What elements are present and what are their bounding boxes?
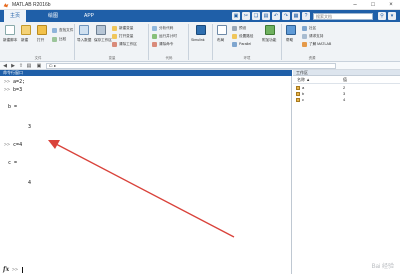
learn-matlab-icon <box>302 42 307 47</box>
new-script-icon <box>5 25 15 35</box>
community-icon <box>302 26 307 31</box>
drive-icon: ▣ <box>36 63 42 69</box>
cut-icon[interactable]: ✂ <box>242 12 250 20</box>
workspace-panel: 工作区 名称 ▲ 值 a 2 b 3 c 4 <box>293 70 400 274</box>
open-button[interactable]: 打开 <box>35 25 49 53</box>
variable-icon <box>296 98 300 102</box>
layout-icon <box>217 25 227 35</box>
back-icon[interactable]: ◀ <box>2 63 8 69</box>
import-data-button[interactable]: 导入数据 <box>77 25 91 53</box>
open-folder-icon <box>37 25 47 35</box>
redo-icon[interactable]: ↷ <box>282 12 290 20</box>
help-icon[interactable]: ? <box>302 12 310 20</box>
request-support-icon <box>302 34 307 39</box>
up-folder-icon[interactable]: ⇧ <box>18 63 24 69</box>
addons-icon <box>265 25 275 35</box>
open-variable-icon <box>112 34 117 39</box>
clear-workspace-icon <box>112 42 117 47</box>
tab-home[interactable]: 主页 <box>4 10 27 22</box>
forward-icon[interactable]: ▶ <box>10 63 16 69</box>
variable-icon <box>296 92 300 96</box>
maximize-button[interactable]: □ <box>364 0 382 10</box>
new-icon <box>21 25 31 35</box>
current-folder-bar: ◀ ▶ ⇧ ▤ ▣ C: ▸ <box>0 62 400 70</box>
tab-apps[interactable]: APP <box>78 10 100 22</box>
search-icon[interactable]: ⚲ <box>378 12 386 20</box>
current-folder-path[interactable]: C: ▸ <box>46 63 336 69</box>
new-variable-icon <box>112 26 117 31</box>
help-book-icon <box>286 25 296 35</box>
variable-icon <box>296 86 300 90</box>
window-title: MATLAB R2016b <box>12 2 51 8</box>
ribbon-toolbar: 新建脚本 新建 打开 查找文件 比较 文件 导入数据 保存工作区 新建变量 打开… <box>0 22 400 62</box>
watermark: Bai 经验 <box>371 264 394 270</box>
minimize-button[interactable]: – <box>346 0 364 10</box>
simulink-button[interactable]: Simulink <box>191 25 211 53</box>
parallel-icon <box>232 42 237 47</box>
save-icon[interactable]: ▣ <box>232 12 240 20</box>
new-button[interactable]: 新建 <box>19 25 33 53</box>
help-button[interactable]: 帮助 <box>284 25 298 53</box>
close-button[interactable]: × <box>382 0 400 10</box>
find-files-icon <box>52 28 57 33</box>
browse-folder-icon[interactable]: ▤ <box>26 63 32 69</box>
workspace-row[interactable]: c 4 <box>293 97 400 103</box>
layout-button[interactable]: 布局 <box>215 25 229 53</box>
save-workspace-icon <box>96 25 106 35</box>
paste-icon[interactable]: ▤ <box>262 12 270 20</box>
column-header-name[interactable]: 名称 ▲ <box>297 76 310 83</box>
matlab-logo-icon <box>3 3 9 8</box>
set-path-icon <box>232 34 237 39</box>
analyze-code-icon <box>152 26 157 31</box>
compare-icon <box>52 37 57 42</box>
import-data-icon <box>79 25 89 35</box>
undo-icon[interactable]: ↶ <box>272 12 280 20</box>
switch-windows-icon[interactable]: ▦ <box>292 12 300 20</box>
annotation-arrow <box>48 140 235 238</box>
simulink-icon <box>196 25 206 35</box>
title-bar: MATLAB R2016b – □ × <box>0 0 400 10</box>
copy-icon[interactable]: ❏ <box>252 12 260 20</box>
search-docs-input[interactable]: 搜索文档 <box>313 13 373 20</box>
gear-icon <box>232 26 237 31</box>
tab-plots[interactable]: 绘图 <box>42 10 64 22</box>
addons-button[interactable]: 附加功能 <box>262 25 278 53</box>
column-header-value[interactable]: 值 <box>343 76 347 83</box>
run-and-time-icon <box>152 34 157 39</box>
notifications-icon[interactable]: ▾ <box>388 12 396 20</box>
clear-commands-icon <box>152 42 157 47</box>
new-script-button[interactable]: 新建脚本 <box>3 25 17 53</box>
save-workspace-button[interactable]: 保存工作区 <box>94 25 112 53</box>
command-window-panel: 命令行窗口 >> a=2; >> b=3 b = 3 >> c=4 c = 4 … <box>0 70 292 274</box>
